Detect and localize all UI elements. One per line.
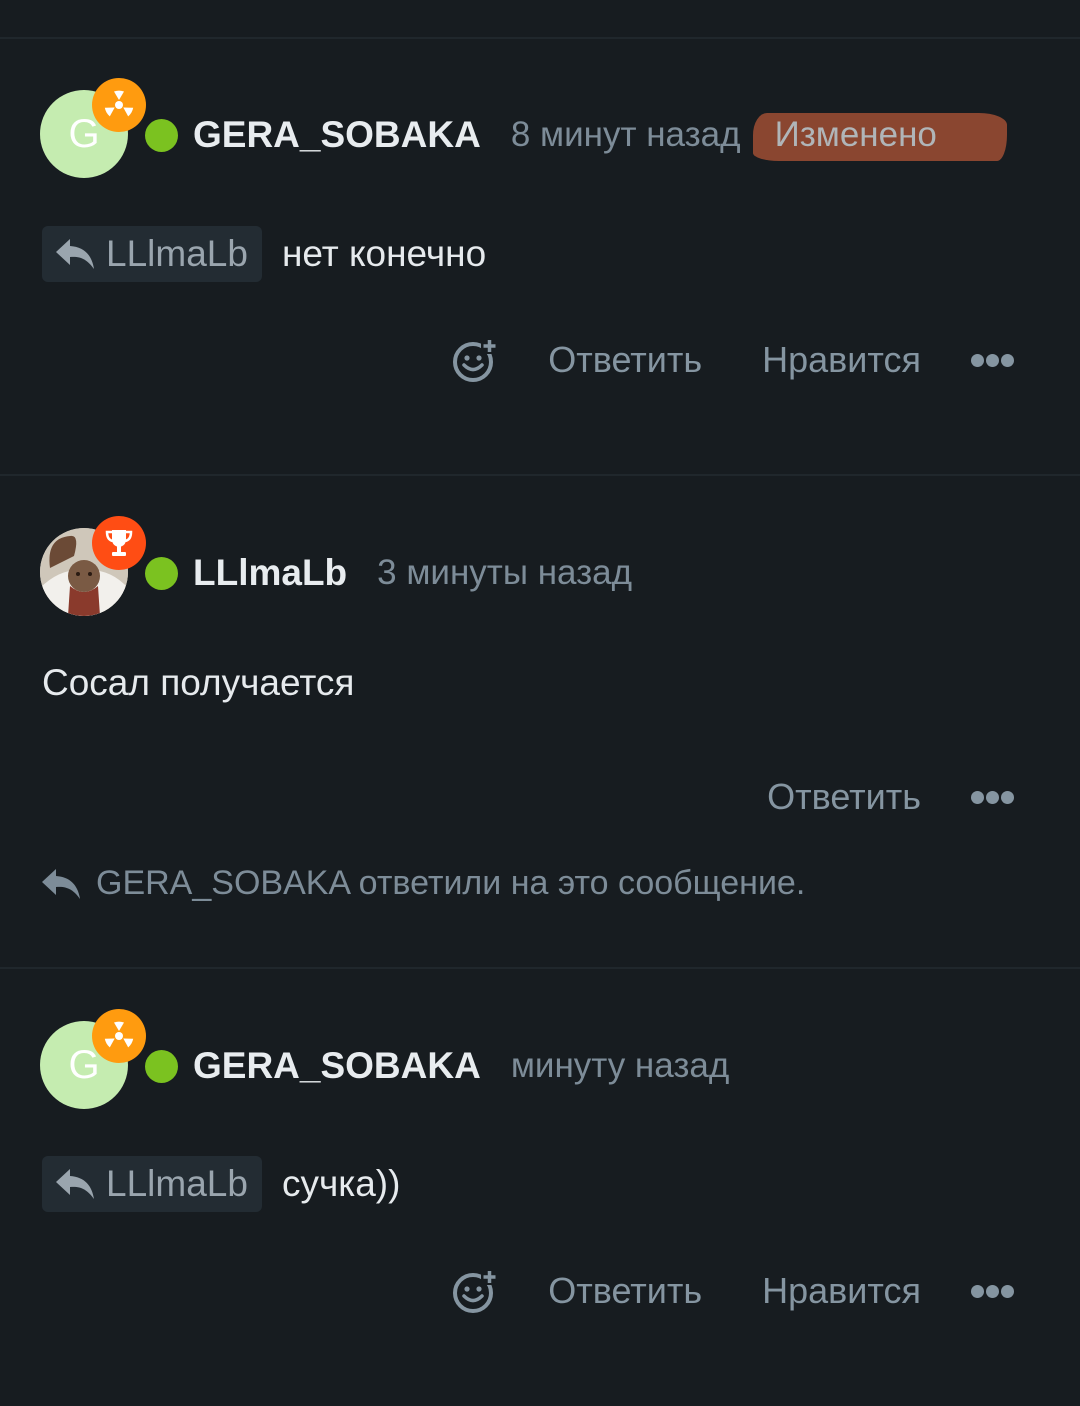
message-text: Сосал получается <box>42 662 355 703</box>
post-time[interactable]: минуту назад <box>511 1046 729 1086</box>
replied-notice-text: GERA_SOBAKA ответили на это сообщение. <box>96 864 806 902</box>
trophy-icon <box>92 516 146 570</box>
avatar[interactable]: G <box>40 78 146 180</box>
online-status-indicator <box>145 1049 178 1083</box>
reply-button[interactable]: Ответить <box>767 776 921 818</box>
post-actions: Ответить <box>719 767 1014 827</box>
more-options-icon[interactable] <box>969 1281 1014 1301</box>
add-reaction-icon[interactable] <box>452 1268 500 1314</box>
like-button[interactable]: Нравится <box>762 1270 921 1312</box>
like-button[interactable]: Нравится <box>762 339 921 381</box>
reply-button[interactable]: Ответить <box>548 339 702 381</box>
post-body: Сосал получается <box>42 662 354 704</box>
avatar[interactable] <box>40 516 146 618</box>
post-body: LLlmaLb сучка)) <box>42 1156 400 1212</box>
username[interactable]: GERA_SOBAKA <box>193 1045 481 1087</box>
post-time[interactable]: 3 минуты назад <box>377 553 632 593</box>
online-status-indicator <box>145 118 178 152</box>
online-status-indicator <box>145 556 178 590</box>
post-time[interactable]: 8 минут назад <box>511 115 741 155</box>
reply-to-username: LLlmaLb <box>106 1163 248 1204</box>
reply-to-chip[interactable]: LLlmaLb <box>42 1156 262 1212</box>
top-divider <box>0 37 1080 39</box>
post-header: G GERA_SOBAKA 8 минут назад Изменено <box>40 78 1007 180</box>
more-options-icon[interactable] <box>969 350 1014 370</box>
post-divider <box>0 474 1080 476</box>
post-actions: Ответить Нравится <box>452 1261 1014 1321</box>
post-header: G GERA_SOBAKA минуту назад <box>40 1009 729 1111</box>
post-divider <box>0 967 1080 969</box>
post-body: LLlmaLb нет конечно <box>42 226 486 282</box>
message-text: сучка)) <box>281 1163 401 1204</box>
username[interactable]: LLlmaLb <box>193 552 347 594</box>
add-reaction-icon[interactable] <box>452 337 500 383</box>
more-options-icon[interactable] <box>969 787 1014 807</box>
reply-arrow-icon <box>42 868 80 899</box>
reply-to-chip[interactable]: LLlmaLb <box>42 226 262 282</box>
username[interactable]: GERA_SOBAKA <box>193 114 481 156</box>
radioactive-icon <box>92 78 146 132</box>
replied-notice[interactable]: GERA_SOBAKA ответили на это сообщение. <box>40 864 805 903</box>
reply-arrow-icon <box>56 239 94 269</box>
reply-to-username: LLlmaLb <box>106 233 248 274</box>
edited-label: Изменено <box>752 113 1007 161</box>
post-header: LLlmaLb 3 минуты назад <box>40 516 632 618</box>
radioactive-icon <box>92 1009 146 1063</box>
reply-arrow-icon <box>56 1169 94 1199</box>
message-text: нет конечно <box>281 233 487 274</box>
avatar[interactable]: G <box>40 1009 146 1111</box>
post-actions: Ответить Нравится <box>452 330 1014 390</box>
reply-button[interactable]: Ответить <box>548 1270 702 1312</box>
